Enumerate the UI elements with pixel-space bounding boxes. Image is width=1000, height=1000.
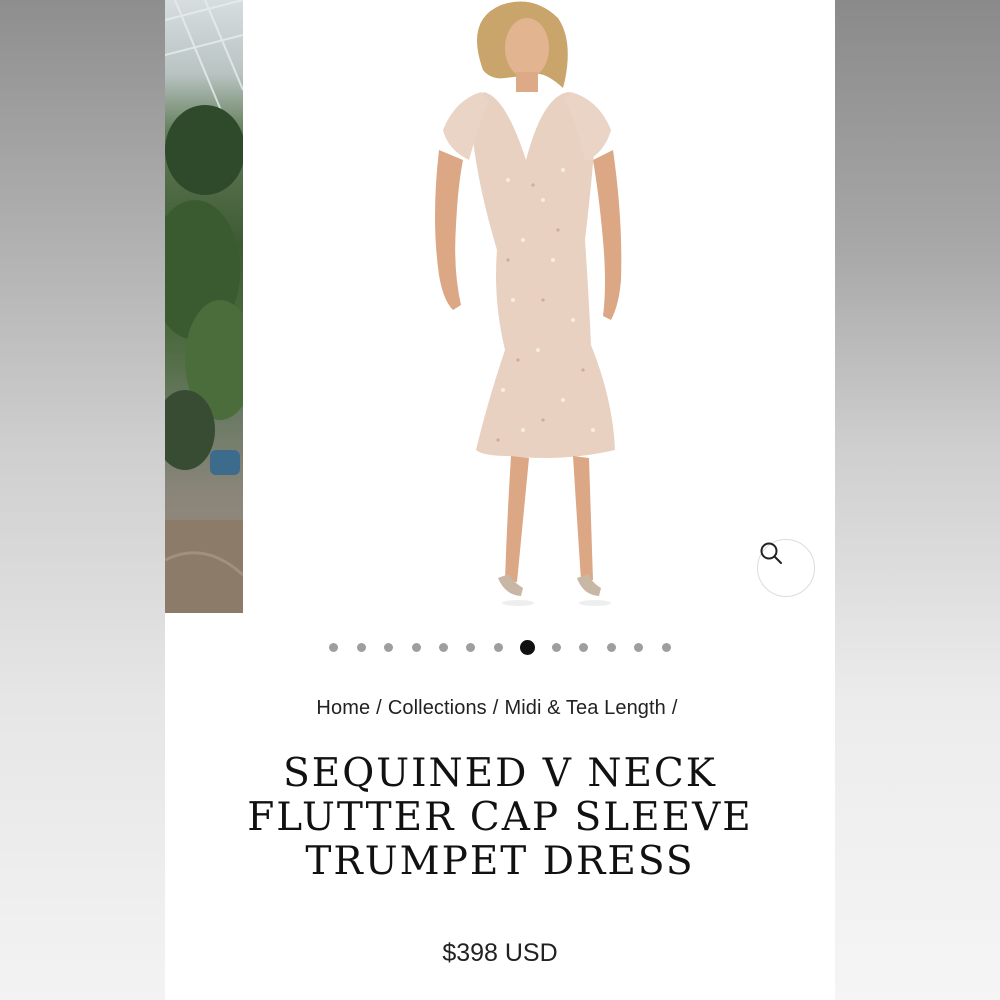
product-page: Home / Collections / Midi & Tea Length / SEQU… — [165, 0, 835, 1000]
product-main-image[interactable] — [243, 0, 835, 613]
previous-gallery-image[interactable] — [165, 0, 243, 613]
greenhouse-photo — [165, 0, 243, 613]
search-icon — [760, 542, 782, 564]
gallery-dot[interactable] — [411, 642, 421, 652]
background-blur-right — [835, 0, 1000, 1000]
gallery-dot[interactable] — [634, 642, 644, 652]
background-blur-left — [0, 0, 165, 1000]
gallery-dot[interactable] — [606, 642, 616, 652]
gallery-dot[interactable] — [552, 642, 562, 652]
gallery-dot-active[interactable] — [519, 639, 535, 655]
gallery-dot[interactable] — [329, 642, 339, 652]
zoom-button[interactable] — [757, 539, 815, 597]
breadcrumb-separator: / — [671, 697, 678, 719]
model-in-dress-photo — [435, 1, 622, 606]
product-title-line: FLUTTER CAP SLEEVE — [247, 795, 753, 840]
gallery-dot[interactable] — [579, 642, 589, 652]
product-title-line: SEQUINED V NECK — [283, 751, 717, 796]
product-price: $398 USD — [442, 939, 558, 967]
breadcrumb-home[interactable]: Home — [316, 697, 370, 719]
breadcrumb-midi-tea-length[interactable]: Midi & Tea Length — [504, 697, 665, 719]
breadcrumb-separator: / — [376, 697, 382, 719]
breadcrumb-collections[interactable]: Collections — [388, 697, 487, 719]
gallery-dot[interactable] — [356, 642, 366, 652]
gallery-dot[interactable] — [493, 642, 503, 652]
product-title-line: TRUMPET DRESS — [305, 839, 695, 884]
gallery-dot[interactable] — [384, 642, 394, 652]
product-title: SEQUINED V NECK FLUTTER CAP SLEEVE TRUMP… — [165, 752, 835, 884]
gallery-dot[interactable] — [438, 642, 448, 652]
gallery-pagination — [165, 638, 835, 656]
breadcrumb: Home / Collections / Midi & Tea Length / — [165, 697, 835, 720]
gallery-dot[interactable] — [661, 642, 671, 652]
gallery-dot[interactable] — [466, 642, 476, 652]
breadcrumb-separator: / — [492, 697, 499, 719]
